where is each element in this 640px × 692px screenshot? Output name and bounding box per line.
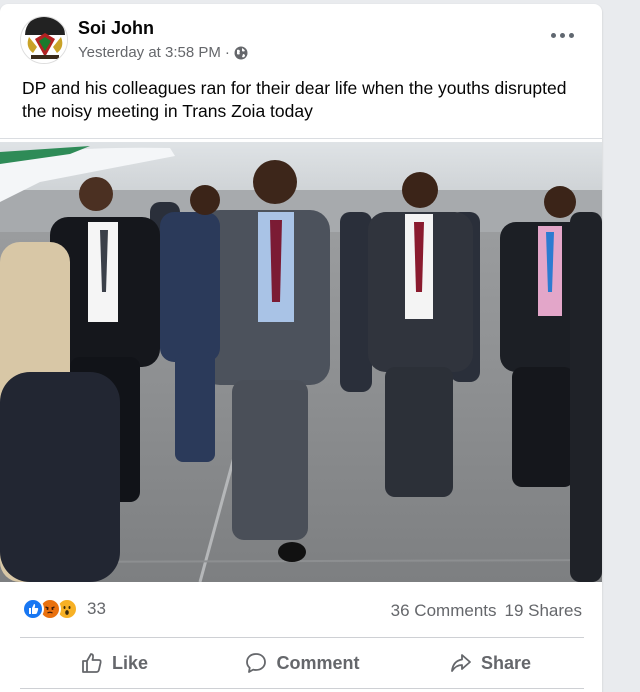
thumbs-up-icon — [82, 653, 102, 673]
post-stats: 33 36 Comments 19 Shares — [0, 589, 602, 629]
post-meta: Yesterday at 3:58 PM · — [78, 44, 248, 61]
meta-separator: · — [224, 44, 230, 61]
post-text: DP and his colleagues ran for their dear… — [22, 78, 567, 121]
shares-count[interactable]: 19 Shares — [505, 601, 583, 621]
like-icon — [22, 598, 44, 620]
divider — [20, 688, 584, 689]
divider — [0, 138, 602, 139]
comment-icon — [246, 653, 267, 673]
divider — [20, 637, 584, 638]
like-label: Like — [111, 652, 149, 673]
action-bar: Like Comment Share — [20, 642, 584, 684]
globe-icon[interactable] — [234, 46, 248, 60]
reaction-count[interactable]: 33 — [87, 599, 106, 619]
share-label: Share — [480, 652, 532, 673]
reactions-summary[interactable]: 33 — [22, 598, 106, 620]
share-button[interactable]: Share — [396, 642, 584, 684]
post-photo[interactable] — [0, 142, 602, 582]
post-header: Soi John Yesterday at 3:58 PM · — [0, 4, 602, 64]
comment-button[interactable]: Comment — [208, 642, 396, 684]
comment-label: Comment — [276, 652, 360, 673]
share-icon — [451, 654, 471, 672]
more-options-icon[interactable] — [550, 30, 574, 40]
engagement-counts: 36 Comments 19 Shares — [391, 601, 582, 621]
avatar[interactable] — [20, 16, 68, 64]
comments-count[interactable]: 36 Comments — [391, 601, 497, 621]
post-card: Soi John Yesterday at 3:58 PM · DP and h… — [0, 4, 602, 692]
author-name[interactable]: Soi John — [78, 18, 154, 39]
like-button[interactable]: Like — [20, 642, 208, 684]
post-timestamp[interactable]: Yesterday at 3:58 PM — [78, 44, 221, 61]
